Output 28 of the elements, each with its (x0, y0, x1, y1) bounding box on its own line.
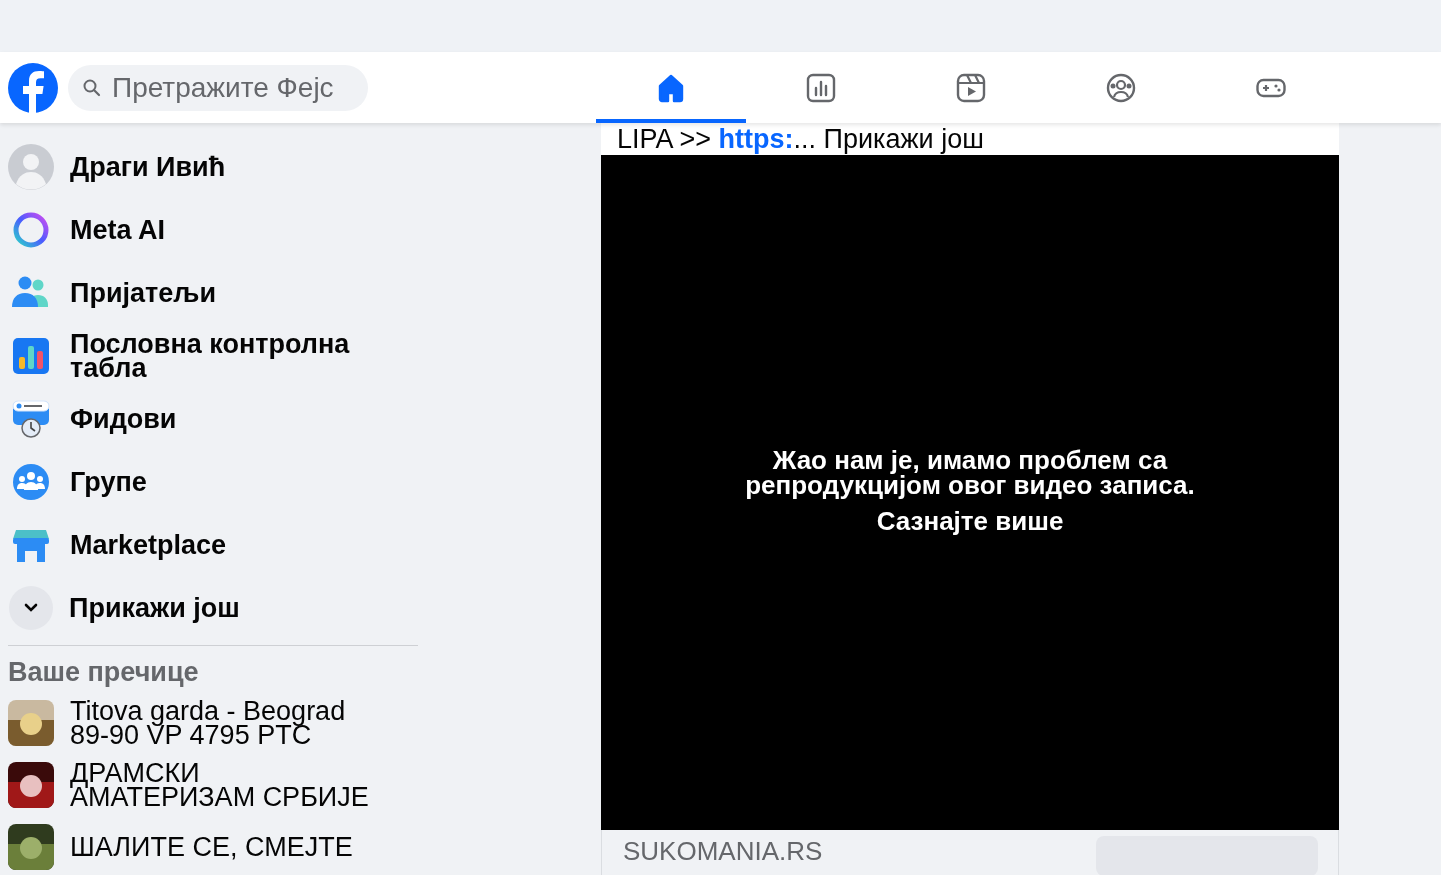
facebook-logo[interactable] (8, 62, 58, 113)
sidebar-item[interactable]: Фидови (8, 387, 418, 450)
search-field[interactable]: Претражите Фејс (68, 64, 368, 111)
home-icon (656, 72, 686, 103)
learn-more-link[interactable]: Сазнајте више (876, 506, 1064, 537)
sidebar-item[interactable]: Marketplace (8, 513, 418, 576)
video-error-message: Жао нам је, имамо проблем са репродукцијом овог видео записа. (744, 448, 1196, 498)
link-preview-bar[interactable]: SUKOMANIA.RS (601, 830, 1339, 875)
section-title: Ваше пречице (8, 656, 200, 688)
sidebar-item[interactable]: Пријатељи (8, 261, 418, 324)
people-icon (1106, 72, 1136, 103)
video-icon (956, 72, 986, 103)
link-source: SUKOMANIA.RS (623, 836, 823, 868)
sidebar-item[interactable]: Групе (8, 450, 418, 513)
search-icon (82, 77, 102, 98)
video-player[interactable]: Жао нам је, имамо проблем са репродукцијом овог видео записа. Сазнајте више (601, 155, 1339, 830)
chevron-down-icon (9, 585, 53, 630)
post-link[interactable]: https: (718, 124, 794, 154)
shortcut-item[interactable]: ШАЛИТЕ СЕ, СМЕЈТЕ (8, 816, 418, 875)
shortcut-item[interactable]: ДРАМСКИ АМАТЕРИЗАМ СРБИЈЕ (8, 754, 418, 816)
sidebar-item[interactable]: Драги Ивић (8, 135, 418, 198)
show-more-item[interactable]: Прикажи још (8, 576, 418, 639)
avatar-icon (8, 143, 54, 190)
sidebar-item[interactable]: Meta AI (8, 198, 418, 261)
sidebar-item[interactable]: Пословна контролна табла (8, 324, 418, 387)
post-text: LIPA >> https:... Прикажи још (616, 123, 985, 155)
chart-icon (806, 72, 836, 103)
shortcut-item[interactable]: Titova garda - Beograd 89-90 VP 4795 PTC (8, 692, 418, 754)
